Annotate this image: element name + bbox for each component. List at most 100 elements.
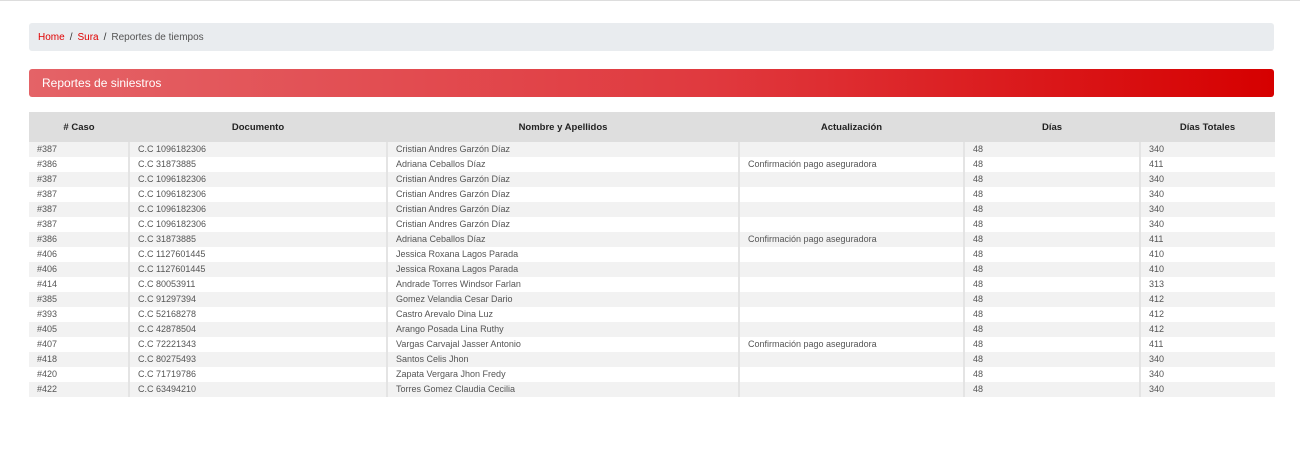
cell-dias-totales: 412 xyxy=(1139,322,1275,337)
cell-actualizacion xyxy=(738,277,964,292)
column-header-caso[interactable]: # Caso xyxy=(29,112,129,142)
cell-actualizacion: Confirmación pago aseguradora xyxy=(738,157,964,172)
cell-caso: #406 xyxy=(29,262,129,277)
breadcrumb-separator: / xyxy=(69,31,73,43)
cell-caso: #393 xyxy=(29,307,129,322)
cell-documento: C.C 1096182306 xyxy=(128,172,387,187)
table-row[interactable]: #386 C.C 31873885 Adriana Ceballos Díaz Con… xyxy=(29,157,1275,172)
cell-caso: #386 xyxy=(29,157,129,172)
cell-dias-totales: 340 xyxy=(1139,217,1275,232)
column-header-actualizacion[interactable]: Actualización xyxy=(739,112,964,142)
cell-caso: #385 xyxy=(29,292,129,307)
breadcrumb-home-link[interactable]: Home xyxy=(38,32,65,43)
cell-dias-totales: 411 xyxy=(1139,337,1275,352)
table-row[interactable]: #385 C.C 91297394 Gomez Velandia Cesar Dar… xyxy=(29,292,1275,307)
table-header-row: # Caso Documento Nombre y Apellidos Actu… xyxy=(29,112,1275,142)
cell-nombre: Gomez Velandia Cesar Dario xyxy=(386,292,739,307)
column-header-documento[interactable]: Documento xyxy=(129,112,387,142)
table-row[interactable]: #387 C.C 1096182306 Cristian Andres Garzón… xyxy=(29,142,1275,157)
cell-nombre: Arango Posada Lina Ruthy xyxy=(386,322,739,337)
cell-dias-totales: 340 xyxy=(1139,352,1275,367)
column-header-dias[interactable]: Días xyxy=(964,112,1140,142)
table-row[interactable]: #387 C.C 1096182306 Cristian Andres Garzón… xyxy=(29,172,1275,187)
table-row[interactable]: #418 C.C 80275493 Santos Celis Jhon 48 340 xyxy=(29,352,1275,367)
cell-dias: 48 xyxy=(963,307,1140,322)
cell-actualizacion xyxy=(738,202,964,217)
cell-documento: C.C 80275493 xyxy=(128,352,387,367)
cell-nombre: Zapata Vergara Jhon Fredy xyxy=(386,367,739,382)
cell-caso: #414 xyxy=(29,277,129,292)
top-divider xyxy=(0,0,1300,1)
cell-caso: #387 xyxy=(29,142,129,157)
cell-documento: C.C 1096182306 xyxy=(128,202,387,217)
cell-dias: 48 xyxy=(963,157,1140,172)
cell-dias: 48 xyxy=(963,202,1140,217)
cell-dias-totales: 411 xyxy=(1139,232,1275,247)
cell-dias-totales: 412 xyxy=(1139,292,1275,307)
cell-actualizacion xyxy=(738,382,964,397)
cell-actualizacion xyxy=(738,142,964,157)
table-row[interactable]: #387 C.C 1096182306 Cristian Andres Garzón… xyxy=(29,202,1275,217)
table-row[interactable]: #393 C.C 52168278 Castro Arevalo Dina Luz 4… xyxy=(29,307,1275,322)
cell-dias-totales: 340 xyxy=(1139,172,1275,187)
table-row[interactable]: #414 C.C 80053911 Andrade Torres Windsor F… xyxy=(29,277,1275,292)
cell-dias: 48 xyxy=(963,337,1140,352)
breadcrumb: Home / Sura / Reportes de tiempos xyxy=(29,23,1274,51)
table-row[interactable]: #406 C.C 1127601445 Jessica Roxana Lagos P… xyxy=(29,247,1275,262)
cell-nombre: Cristian Andres Garzón Díaz xyxy=(386,172,739,187)
cell-caso: #387 xyxy=(29,172,129,187)
cell-actualizacion xyxy=(738,322,964,337)
cell-documento: C.C 31873885 xyxy=(128,157,387,172)
column-header-nombre[interactable]: Nombre y Apellidos xyxy=(387,112,739,142)
cell-actualizacion xyxy=(738,172,964,187)
cell-caso: #406 xyxy=(29,247,129,262)
table-row[interactable]: #387 C.C 1096182306 Cristian Andres Garzón… xyxy=(29,187,1275,202)
cell-nombre: Castro Arevalo Dina Luz xyxy=(386,307,739,322)
cell-nombre: Cristian Andres Garzón Díaz xyxy=(386,217,739,232)
cell-actualizacion xyxy=(738,367,964,382)
cell-documento: C.C 1127601445 xyxy=(128,262,387,277)
cell-dias: 48 xyxy=(963,142,1140,157)
table-row[interactable]: #405 C.C 42878504 Arango Posada Lina Ruthy… xyxy=(29,322,1275,337)
cell-dias: 48 xyxy=(963,247,1140,262)
cell-dias-totales: 411 xyxy=(1139,157,1275,172)
cell-nombre: Andrade Torres Windsor Farlan xyxy=(386,277,739,292)
cell-nombre: Cristian Andres Garzón Díaz xyxy=(386,187,739,202)
cell-actualizacion xyxy=(738,247,964,262)
cell-caso: #422 xyxy=(29,382,129,397)
breadcrumb-current: Reportes de tiempos xyxy=(111,31,204,43)
cell-documento: C.C 63494210 xyxy=(128,382,387,397)
breadcrumb-sura-link[interactable]: Sura xyxy=(77,32,98,43)
cell-actualizacion xyxy=(738,187,964,202)
section-title: Reportes de siniestros xyxy=(42,76,162,90)
cell-documento: C.C 91297394 xyxy=(128,292,387,307)
cell-nombre: Santos Celis Jhon xyxy=(386,352,739,367)
cell-dias-totales: 340 xyxy=(1139,142,1275,157)
table-row[interactable]: #422 C.C 63494210 Torres Gomez Claudia Cec… xyxy=(29,382,1275,397)
cell-caso: #387 xyxy=(29,187,129,202)
cell-documento: C.C 42878504 xyxy=(128,322,387,337)
section-title-banner: Reportes de siniestros xyxy=(29,69,1274,97)
cell-actualizacion xyxy=(738,292,964,307)
table-row[interactable]: #420 C.C 71719786 Zapata Vergara Jhon Fred… xyxy=(29,367,1275,382)
cell-dias: 48 xyxy=(963,382,1140,397)
breadcrumb-separator: / xyxy=(103,31,107,43)
cell-nombre: Adriana Ceballos Díaz xyxy=(386,232,739,247)
cell-documento: C.C 80053911 xyxy=(128,277,387,292)
cell-documento: C.C 1127601445 xyxy=(128,247,387,262)
cell-nombre: Cristian Andres Garzón Díaz xyxy=(386,202,739,217)
cell-dias: 48 xyxy=(963,322,1140,337)
cell-dias-totales: 410 xyxy=(1139,262,1275,277)
table-row[interactable]: #407 C.C 72221343 Vargas Carvajal Jasser A… xyxy=(29,337,1275,352)
table-row[interactable]: #387 C.C 1096182306 Cristian Andres Garzón… xyxy=(29,217,1275,232)
table-row[interactable]: #386 C.C 31873885 Adriana Ceballos Díaz Con… xyxy=(29,232,1275,247)
cell-documento: C.C 71719786 xyxy=(128,367,387,382)
cell-documento: C.C 31873885 xyxy=(128,232,387,247)
cell-dias: 48 xyxy=(963,367,1140,382)
table-row[interactable]: #406 C.C 1127601445 Jessica Roxana Lagos P… xyxy=(29,262,1275,277)
cell-caso: #386 xyxy=(29,232,129,247)
cell-caso: #420 xyxy=(29,367,129,382)
column-header-dias-totales[interactable]: Días Totales xyxy=(1140,112,1275,142)
cell-dias: 48 xyxy=(963,217,1140,232)
cell-dias-totales: 313 xyxy=(1139,277,1275,292)
